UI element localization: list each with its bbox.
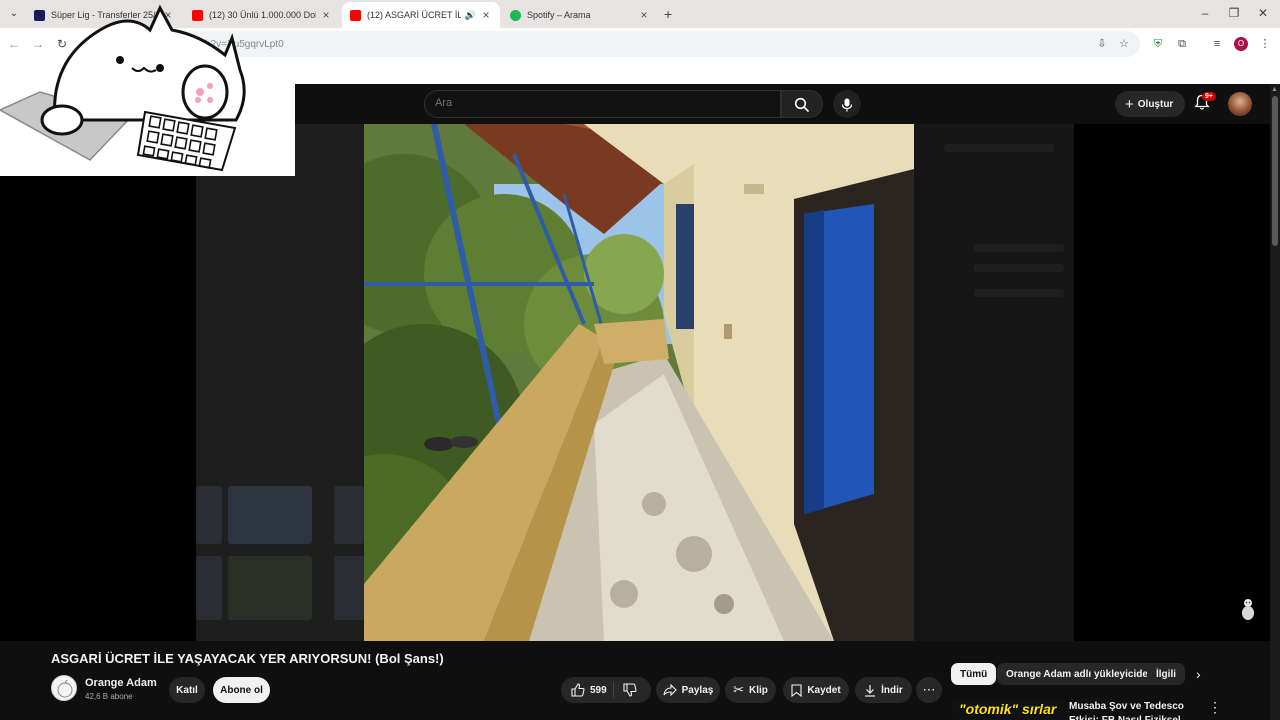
video-scene-image <box>364 124 914 641</box>
recommendation-title[interactable]: Musaba Şov ve Tedesco Etkisi: FB Nasıl F… <box>1069 700 1204 720</box>
browser-menu-icon[interactable]: ⋮ <box>1258 37 1272 51</box>
ambient-thumbnail <box>334 486 364 544</box>
subscriber-count: 42,6 B abone <box>85 692 133 701</box>
restore-icon[interactable]: ❐ <box>1227 6 1241 20</box>
bongo-cat-overlay <box>0 4 295 176</box>
dislike-button[interactable] <box>623 677 637 703</box>
subscribe-button[interactable]: Abone ol <box>213 677 270 703</box>
thumbs-up-icon <box>571 683 585 697</box>
subscribe-label: Abone ol <box>220 684 263 696</box>
save-label: Kaydet <box>807 684 841 696</box>
tab-asgari-ucret[interactable]: (12) ASGARİ ÜCRET İLE YAŞ 🔊 × <box>342 2 500 28</box>
download-icon <box>865 684 876 697</box>
channel-name[interactable]: Orange Adam <box>85 677 157 689</box>
download-label: İndir <box>881 684 903 696</box>
ambient-text-line <box>974 244 1064 252</box>
thumbnail-text: "otomik" sırlar <box>959 701 1057 717</box>
ambient-thumbnail <box>334 556 364 620</box>
youtube-favicon-icon <box>350 9 361 21</box>
create-label: Oluştur <box>1137 98 1174 110</box>
ambient-thumbnail <box>196 486 222 544</box>
search-box[interactable] <box>424 90 781 118</box>
close-icon[interactable]: × <box>320 8 332 22</box>
chip-all[interactable]: Tümü <box>951 663 997 685</box>
new-tab-icon[interactable]: + <box>664 6 672 22</box>
channel-avatar[interactable] <box>51 675 77 701</box>
voice-search-button[interactable] <box>833 90 861 118</box>
bookmark-star-icon[interactable]: ☆ <box>1117 37 1131 51</box>
close-window-icon[interactable]: ✕ <box>1256 6 1270 20</box>
recommendation-thumbnail[interactable]: "otomik" sırlar <box>953 700 1063 720</box>
notification-count-badge: 9+ <box>1202 92 1216 101</box>
ambient-text-line <box>974 264 1064 272</box>
thumbs-down-icon <box>623 683 637 697</box>
profile-avatar[interactable]: O <box>1234 37 1248 51</box>
ambient-thumbnail <box>196 556 222 620</box>
search-icon <box>794 98 810 113</box>
extensions-puzzle-icon[interactable]: ⧉ <box>1175 37 1189 51</box>
ambient-text-line <box>944 144 1054 152</box>
search-button[interactable] <box>781 90 823 118</box>
chevron-right-icon[interactable]: › <box>1196 666 1201 682</box>
scrollbar-thumb[interactable] <box>1272 96 1278 246</box>
clip-label: Klip <box>749 684 768 696</box>
download-button[interactable]: İndir <box>855 677 912 703</box>
chip-from-uploader[interactable]: Orange Adam adlı yükleyiciden <box>997 663 1164 685</box>
like-button[interactable]: 599 <box>571 677 607 703</box>
create-button[interactable]: + Oluştur <box>1115 91 1186 117</box>
minimize-icon[interactable]: – <box>1198 6 1212 20</box>
share-arrow-icon <box>663 684 677 696</box>
close-icon[interactable]: × <box>638 8 650 22</box>
speaker-icon[interactable]: 🔊 <box>465 10 476 21</box>
ambient-text-line <box>974 289 1064 297</box>
share-label: Paylaş <box>681 684 714 696</box>
like-dislike-group: 599 <box>561 677 651 703</box>
share-button[interactable]: Paylaş <box>656 677 720 703</box>
chip-related[interactable]: İlgili <box>1147 663 1185 685</box>
scroll-up-icon[interactable]: ▲ <box>1271 86 1278 93</box>
like-divider <box>613 682 614 698</box>
spotify-favicon-icon <box>510 9 521 21</box>
account-avatar[interactable] <box>1228 92 1252 116</box>
video-player[interactable] <box>0 124 1280 641</box>
save-button[interactable]: Kaydet <box>783 677 849 703</box>
recommendation-menu-icon[interactable]: ⋮ <box>1208 699 1222 716</box>
video-title: ASGARİ ÜCRET İLE YAŞAYACAK YER ARIYORSUN… <box>51 651 444 666</box>
join-button[interactable]: Katıl <box>169 677 205 703</box>
assistant-figure-icon[interactable] <box>1240 598 1256 620</box>
join-label: Katıl <box>176 684 198 696</box>
clip-button[interactable]: ✂ Klip <box>725 677 776 703</box>
like-count: 599 <box>590 684 607 696</box>
close-icon[interactable]: × <box>480 8 492 22</box>
tab-title: (12) ASGARİ ÜCRET İLE YAŞ <box>367 10 461 20</box>
bookmark-icon <box>791 683 802 697</box>
plus-icon: + <box>1125 95 1134 113</box>
ambient-left-panel <box>196 124 364 641</box>
ambient-right-panel <box>914 124 1074 641</box>
channel-logo-icon <box>57 679 73 698</box>
ambient-thumbnail <box>228 486 312 544</box>
scissors-icon: ✂ <box>733 682 744 697</box>
microphone-icon <box>841 98 853 112</box>
tab-title: Spotify – Arama <box>527 10 591 20</box>
video-frame[interactable] <box>364 124 914 641</box>
more-horizontal-icon: ⋯ <box>922 682 936 697</box>
extension-shield-icon[interactable]: ⛨ <box>1151 37 1165 51</box>
install-app-icon[interactable]: ⇩ <box>1095 37 1109 51</box>
ambient-thumbnail <box>228 556 312 620</box>
search-input[interactable] <box>435 97 765 109</box>
media-control-icon[interactable]: ≡ <box>1210 37 1224 51</box>
more-actions-button[interactable]: ⋯ <box>916 677 942 703</box>
tab-spotify[interactable]: Spotify – Arama × <box>502 2 658 28</box>
